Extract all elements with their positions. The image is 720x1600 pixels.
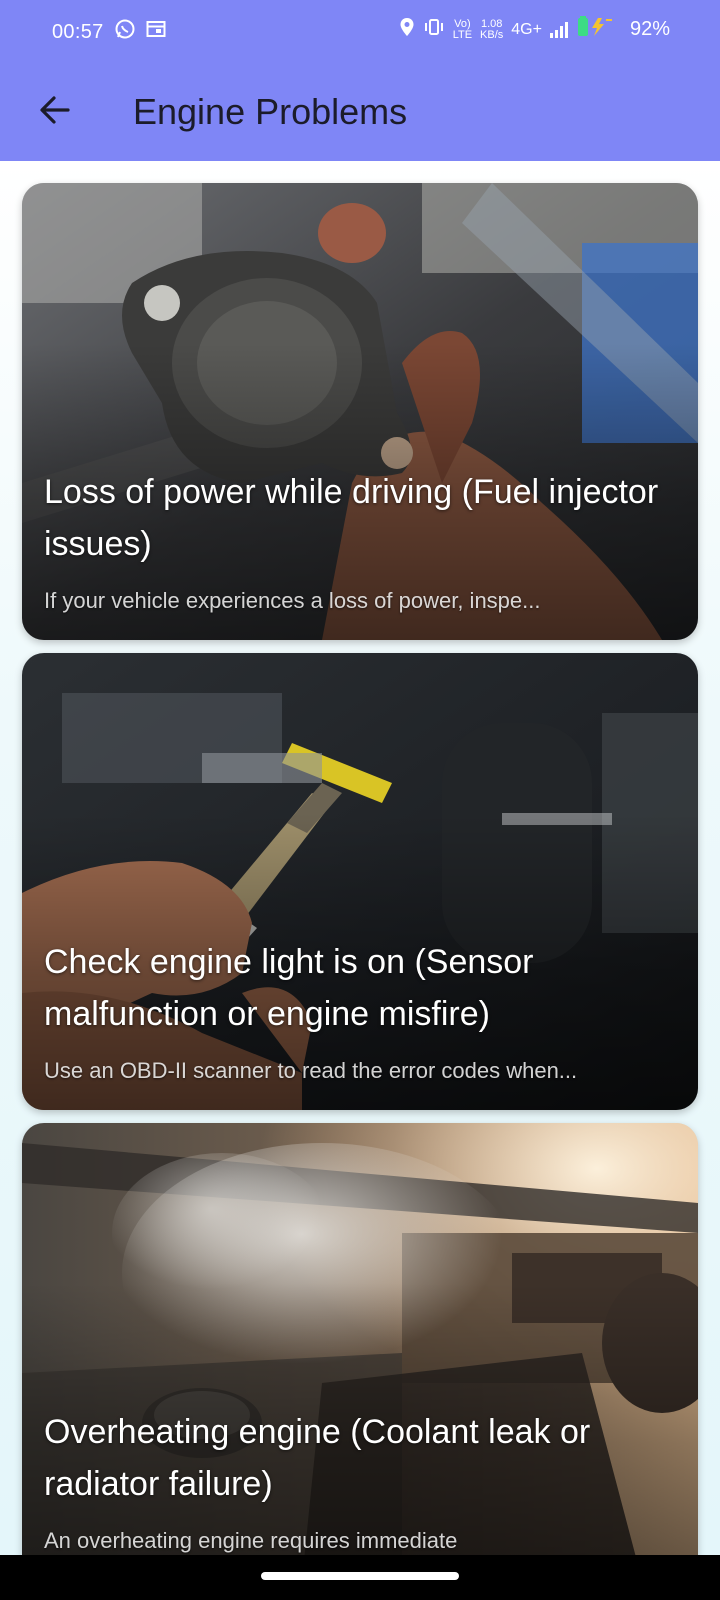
back-button[interactable] <box>28 86 80 138</box>
vibrate-icon <box>423 18 445 41</box>
arrow-left-icon <box>37 95 71 130</box>
page-title: Engine Problems <box>133 91 408 132</box>
calendar-icon <box>146 20 166 44</box>
app-bar: Engine Problems <box>0 62 720 161</box>
card-overlay <box>22 183 698 640</box>
net-speed-value: 1.08 <box>480 17 503 30</box>
lte-label: LTE <box>452 28 473 41</box>
card-description: An overheating engine requires immediate <box>44 1528 458 1553</box>
battery-percent: 92% <box>629 18 670 40</box>
status-time: 00:57 <box>52 20 104 43</box>
battery-charging-icon <box>576 16 616 43</box>
location-icon <box>399 17 415 42</box>
card-title: Overheating engine (Coolant leak or radi… <box>44 1413 591 1503</box>
system-navigation-bar <box>0 1555 720 1600</box>
problem-card-fuel-injector[interactable]: Loss of power while driving (Fuel inject… <box>22 183 698 640</box>
top-bar: 00:57 Vo) LTE 1.08 KB/s 4G+ 92% Engine P… <box>0 0 720 161</box>
volte-indicator: Vo) LTE <box>452 17 473 41</box>
network-type: 4G+ <box>511 20 542 38</box>
net-speed-unit: KB/s <box>480 28 504 41</box>
problem-card-check-engine[interactable]: Check engine light is on (Sensor malfunc… <box>22 653 698 1110</box>
problem-card-overheating[interactable]: Overheating engine (Coolant leak or radi… <box>22 1123 698 1555</box>
status-left: 00:57 <box>52 18 166 46</box>
card-overlay <box>22 653 698 1110</box>
problem-list[interactable]: Loss of power while driving (Fuel inject… <box>0 161 720 1555</box>
volte-label: Vo) <box>454 17 471 30</box>
net-speed: 1.08 KB/s <box>480 17 504 41</box>
card-description: Use an OBD-II scanner to read the error … <box>44 1058 578 1083</box>
status-right: Vo) LTE 1.08 KB/s 4G+ 92% <box>399 16 670 43</box>
card-description: If your vehicle experiences a loss of po… <box>44 588 541 613</box>
whatsapp-icon <box>114 18 136 46</box>
home-gesture-handle[interactable] <box>261 1572 459 1580</box>
card-title: Check engine light is on (Sensor malfunc… <box>44 943 534 1033</box>
signal-icon <box>549 21 568 38</box>
status-bar: 00:57 Vo) LTE 1.08 KB/s 4G+ 92% <box>0 0 720 62</box>
card-title: Loss of power while driving (Fuel inject… <box>44 473 659 563</box>
